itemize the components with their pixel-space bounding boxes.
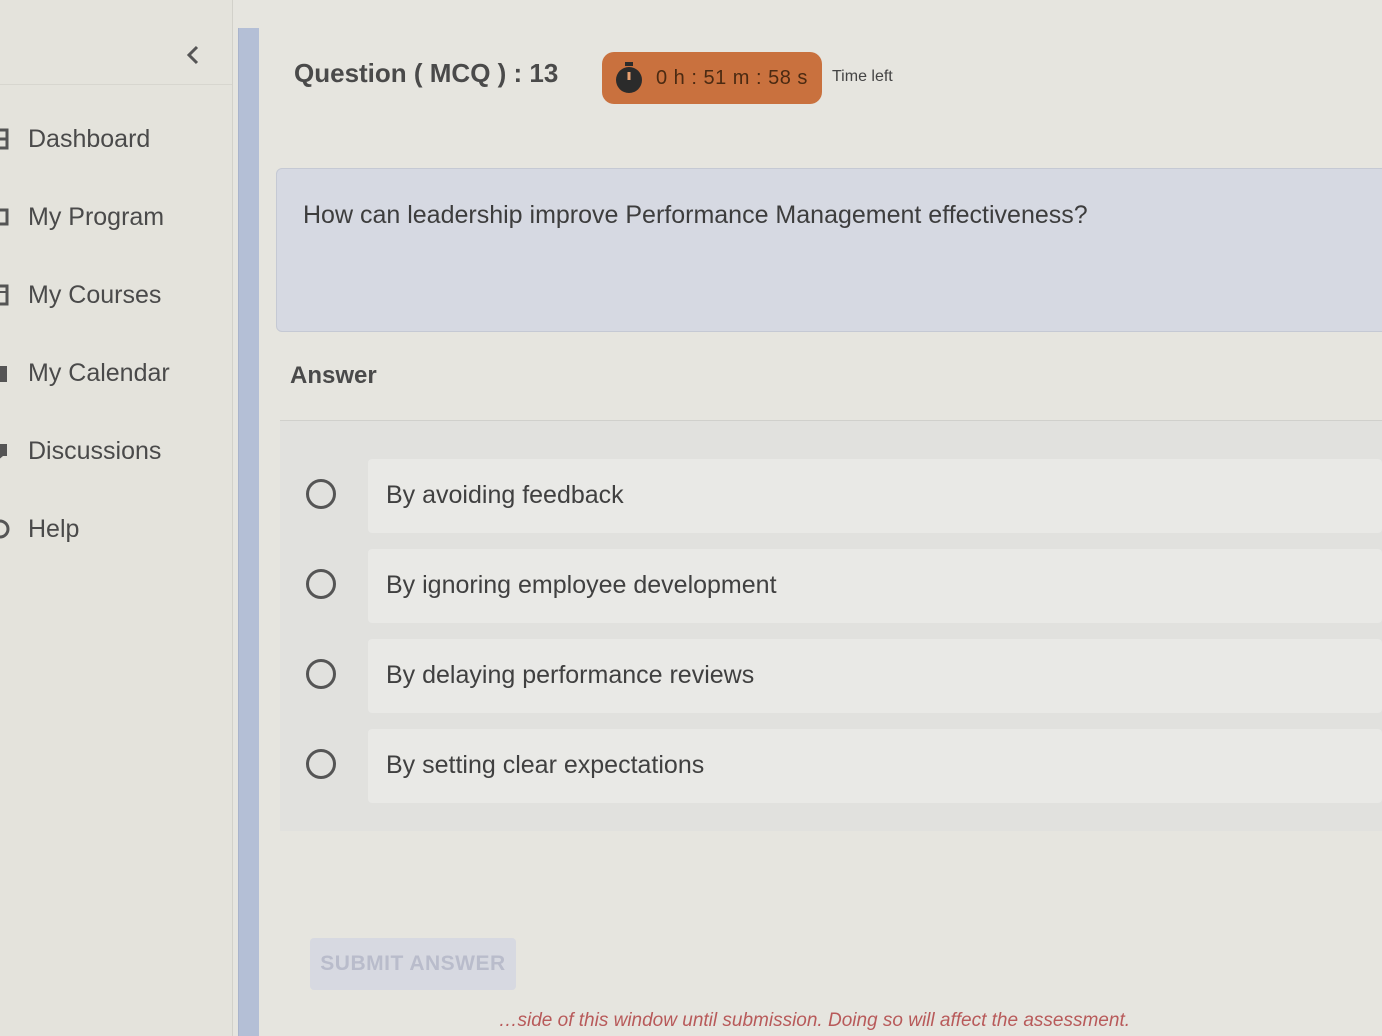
sidebar-item-my-program[interactable]: My Program [0,178,232,256]
timer-value: 0 h : 51 m : 58 s [656,66,808,89]
sidebar-item-label: Help [28,514,80,543]
sidebar-item-discussions[interactable]: Discussions [0,412,232,490]
question-box: How can leadership improve Performance M… [276,168,1382,332]
answer-option[interactable]: By avoiding feedback [280,459,1382,535]
sidebar-header [0,0,232,85]
timer-badge: 0 h : 51 m : 58 s [602,52,822,104]
discussions-icon [0,440,10,462]
sidebar-item-dashboard[interactable]: Dashboard [0,100,232,178]
courses-icon [0,284,10,306]
sidebar-nav: Dashboard My Program My Courses My Calen… [0,100,232,568]
submit-answer-button[interactable]: SUBMIT ANSWER [310,938,516,990]
answer-option[interactable]: By setting clear expectations [280,729,1382,805]
sidebar-item-label: Dashboard [28,124,151,153]
program-icon [0,206,10,228]
radio-button[interactable] [306,659,336,689]
warning-text: …side of this window until submission. D… [498,1010,1131,1031]
time-left-label: Time left [832,68,893,85]
answer-option[interactable]: By delaying performance reviews [280,639,1382,715]
answer-options-panel: By avoiding feedback By ignoring employe… [280,420,1382,831]
help-icon [0,518,10,540]
sidebar-item-my-courses[interactable]: My Courses [0,256,232,334]
sidebar-item-label: My Program [28,202,165,231]
stopwatch-icon [614,62,644,94]
option-label-box[interactable]: By ignoring employee development [368,549,1382,623]
question-text: How can leadership improve Performance M… [303,201,1088,229]
sidebar-item-help[interactable]: Help [0,490,232,568]
option-label-box[interactable]: By avoiding feedback [368,459,1382,533]
collapse-sidebar-button[interactable] [180,40,206,70]
sidebar: Dashboard My Program My Courses My Calen… [0,0,233,1036]
option-label-box[interactable]: By delaying performance reviews [368,639,1382,713]
main-content: Question ( MCQ ) : 13 0 h : 51 m : 58 s … [258,0,1382,1036]
option-label: By setting clear expectations [386,751,705,779]
answer-option[interactable]: By ignoring employee development [280,549,1382,625]
calendar-icon [0,362,10,384]
option-label: By ignoring employee development [386,571,777,599]
sidebar-item-label: My Calendar [28,358,170,387]
option-label: By delaying performance reviews [386,661,755,689]
sidebar-item-label: My Courses [28,280,162,309]
sidebar-item-label: Discussions [28,436,162,465]
question-title: Question ( MCQ ) : 13 [294,58,559,88]
panel-divider [238,28,259,1036]
dashboard-icon [0,128,10,150]
answer-heading: Answer [290,362,377,389]
sidebar-item-my-calendar[interactable]: My Calendar [0,334,232,412]
radio-button[interactable] [306,479,336,509]
option-label: By avoiding feedback [386,481,624,509]
radio-button[interactable] [306,569,336,599]
chevron-left-icon [186,45,199,65]
radio-button[interactable] [306,749,336,779]
option-label-box[interactable]: By setting clear expectations [368,729,1382,803]
